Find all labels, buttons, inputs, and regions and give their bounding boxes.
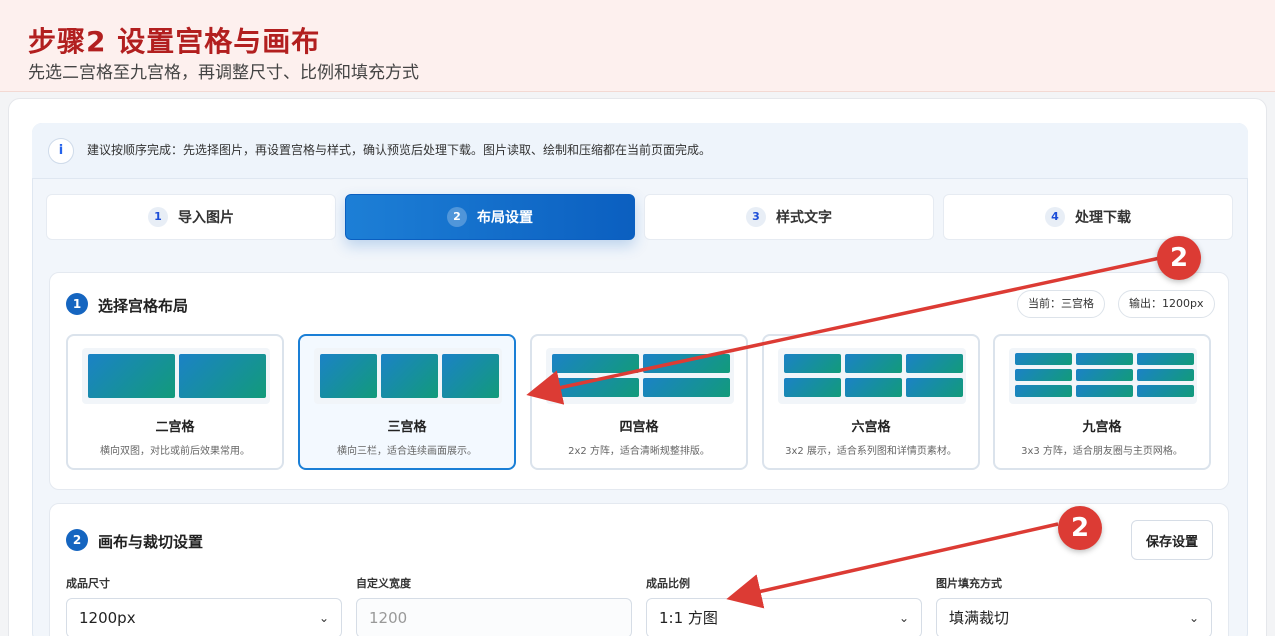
tab-layout-settings[interactable]: 2 布局设置 <box>345 194 635 240</box>
current-layout-badge: 当前：三宫格 <box>1017 290 1105 318</box>
chevron-down-icon: ⌄ <box>318 611 329 625</box>
section-number: 2 <box>66 529 88 551</box>
custom-width-label: 自定义宽度 <box>356 577 411 590</box>
ratio-label: 成品比例 <box>646 577 690 590</box>
layout-card-four[interactable]: 四宫格 2x2 方阵，适合清晰规整排版。 <box>530 334 748 470</box>
layout-desc: 2x2 方阵，适合清晰规整排版。 <box>568 446 710 457</box>
tab-label: 样式文字 <box>776 210 832 226</box>
fill-mode-label: 图片填充方式 <box>936 577 1002 590</box>
page-subtitle: 先选二宫格至九宫格，再调整尺寸、比例和填充方式 <box>28 63 419 83</box>
annotation-badge: 2 <box>1157 236 1201 280</box>
layout-title: 三宫格 <box>387 420 427 435</box>
step-number: 2 <box>447 207 467 227</box>
tab-style-text[interactable]: 3 样式文字 <box>644 194 934 240</box>
chevron-down-icon: ⌄ <box>1188 611 1199 625</box>
save-settings-button[interactable]: 保存设置 <box>1131 520 1213 560</box>
layout-card-six[interactable]: 六宫格 3x2 展示，适合系列图和详情页素材。 <box>762 334 980 470</box>
layout-desc: 横向双图，对比或前后效果常用。 <box>100 446 250 457</box>
layout-title: 六宫格 <box>851 420 891 435</box>
layout-desc: 3x3 方阵，适合朋友圈与主页网格。 <box>1021 446 1183 457</box>
layout-title: 二宫格 <box>155 420 195 435</box>
section-title-layout: 选择宫格布局 <box>98 297 189 315</box>
layout-desc: 横向三栏，适合连续画面展示。 <box>337 446 477 457</box>
layout-preview <box>778 348 966 404</box>
layout-card-nine[interactable]: 九宫格 3x3 方阵，适合朋友圈与主页网格。 <box>993 334 1211 470</box>
chevron-down-icon: ⌄ <box>898 611 909 625</box>
step-number: 4 <box>1045 207 1065 227</box>
info-icon: i <box>48 138 74 164</box>
output-size-badge: 输出：1200px <box>1118 290 1215 318</box>
page-title: 步骤2 设置宫格与画布 <box>28 25 321 58</box>
tab-label: 布局设置 <box>477 210 533 226</box>
step-number: 3 <box>746 207 766 227</box>
layout-preview <box>314 348 502 404</box>
layout-title: 九宫格 <box>1082 420 1122 435</box>
page-header: 步骤2 设置宫格与画布 先选二宫格至九宫格，再调整尺寸、比例和填充方式 <box>0 0 1275 92</box>
size-select[interactable]: 1200px ⌄ <box>66 598 342 636</box>
step-number: 1 <box>148 207 168 227</box>
layout-preview <box>1009 348 1197 404</box>
size-label: 成品尺寸 <box>66 577 110 590</box>
tab-process-download[interactable]: 4 处理下载 <box>943 194 1233 240</box>
custom-width-input[interactable]: 1200 <box>356 598 632 636</box>
layout-preview <box>82 348 270 404</box>
tab-label: 导入图片 <box>178 210 234 226</box>
annotation-badge: 2 <box>1058 506 1102 550</box>
size-select-value: 1200px <box>79 609 136 627</box>
tab-import-images[interactable]: 1 导入图片 <box>46 194 336 240</box>
layout-desc: 3x2 展示，适合系列图和详情页素材。 <box>785 446 957 457</box>
layout-preview <box>546 348 734 404</box>
layout-title: 四宫格 <box>619 420 659 435</box>
layout-card-two[interactable]: 二宫格 横向双图，对比或前后效果常用。 <box>66 334 284 470</box>
ratio-select-value: 1:1 方图 <box>659 609 718 627</box>
layout-card-three[interactable]: 三宫格 横向三栏，适合连续画面展示。 <box>298 334 516 470</box>
custom-width-placeholder: 1200 <box>369 609 408 627</box>
ratio-select[interactable]: 1:1 方图 ⌄ <box>646 598 922 636</box>
section-title-canvas: 画布与裁切设置 <box>98 533 204 551</box>
tab-label: 处理下载 <box>1075 210 1131 226</box>
section-number: 1 <box>66 293 88 315</box>
info-text: 建议按顺序完成：先选择图片，再设置宫格与样式，确认预览后处理下载。图片读取、绘制… <box>87 143 712 157</box>
fill-mode-select-value: 填满裁切 <box>949 609 1010 627</box>
fill-mode-select[interactable]: 填满裁切 ⌄ <box>936 598 1212 636</box>
